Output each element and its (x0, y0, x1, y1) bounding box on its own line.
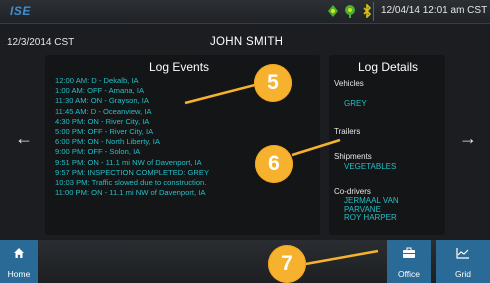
log-date: 12/3/2014 CST (7, 37, 75, 48)
callout-badge-7: 7 (268, 245, 306, 283)
office-label: Office (397, 269, 421, 279)
gps-icon (327, 4, 339, 22)
codrivers-list: JERMAAL VAN PARVANE ROY HARPER (344, 196, 399, 223)
log-event-item[interactable]: 4:30 PM: ON - River City, IA (55, 117, 209, 127)
briefcase-icon (403, 247, 415, 258)
log-event-item[interactable]: 12:00 AM: D - Dekalb, IA (55, 76, 209, 86)
shipments-value: VEGETABLES (344, 162, 397, 171)
log-event-item[interactable]: 10:03 PM: Traffic slowed due to construc… (55, 178, 209, 188)
log-event-item[interactable]: 1:00 AM: OFF - Amana, IA (55, 86, 209, 96)
top-divider (373, 2, 374, 21)
home-label: Home (7, 269, 31, 279)
bottom-nav-bar: Home Office Grid (0, 240, 490, 283)
ise-logo: ISE (10, 4, 31, 18)
codriver-item: ROY HARPER (344, 213, 397, 223)
shipments-label: Shipments (334, 152, 372, 161)
log-details-panel: Log Details Vehicles GREY Trailers Shipm… (329, 55, 445, 235)
grid-label: Grid (454, 269, 472, 279)
log-event-item[interactable]: 11:30 AM: ON - Grayson, IA (55, 96, 209, 106)
log-event-item[interactable]: 5:00 PM: OFF - River City, IA (55, 127, 209, 137)
callout-badge-6: 6 (255, 145, 293, 183)
vehicles-label: Vehicles (334, 79, 364, 88)
trailers-label: Trailers (334, 127, 361, 136)
log-event-item[interactable]: 6:00 PM: ON - North Liberty, IA (55, 137, 209, 147)
bluetooth-icon (362, 3, 372, 22)
log-events-list: 12:00 AM: D - Dekalb, IA 1:00 AM: OFF - … (55, 76, 209, 198)
callout-badge-5: 5 (254, 64, 292, 102)
connection-icon (344, 4, 356, 22)
line-chart-icon (456, 248, 469, 259)
log-event-item[interactable]: 11:00 PM: ON - 11.1 mi NW of Davenport, … (55, 188, 209, 198)
current-datetime: 12/04/14 12:01 am CST (381, 5, 488, 16)
office-button[interactable]: Office (387, 240, 431, 283)
home-icon (14, 248, 24, 258)
log-events-title: Log Events (149, 60, 210, 74)
codrivers-label: Co-drivers (334, 187, 371, 196)
log-event-item[interactable]: 11:45 AM: D - Oceanview, IA (55, 107, 209, 117)
log-event-item[interactable]: 9:00 PM: OFF - Solon, IA (55, 147, 209, 157)
home-button[interactable]: Home (0, 240, 38, 283)
log-details-title: Log Details (358, 60, 419, 74)
driver-name: JOHN SMITH (210, 36, 284, 48)
log-event-item[interactable]: 9:57 PM: INSPECTION COMPLETED: GREY (55, 168, 209, 178)
vehicles-value: GREY (344, 99, 367, 108)
next-day-arrow-icon[interactable]: → (459, 129, 477, 147)
top-status-bar: ISE 12/04/14 12:01 am CST (0, 0, 490, 24)
grid-button[interactable]: Grid (436, 240, 490, 283)
previous-day-arrow-icon[interactable]: ← (15, 129, 33, 147)
log-event-item[interactable]: 9:51 PM: ON - 11.1 mi NW of Davenport, I… (55, 158, 209, 168)
